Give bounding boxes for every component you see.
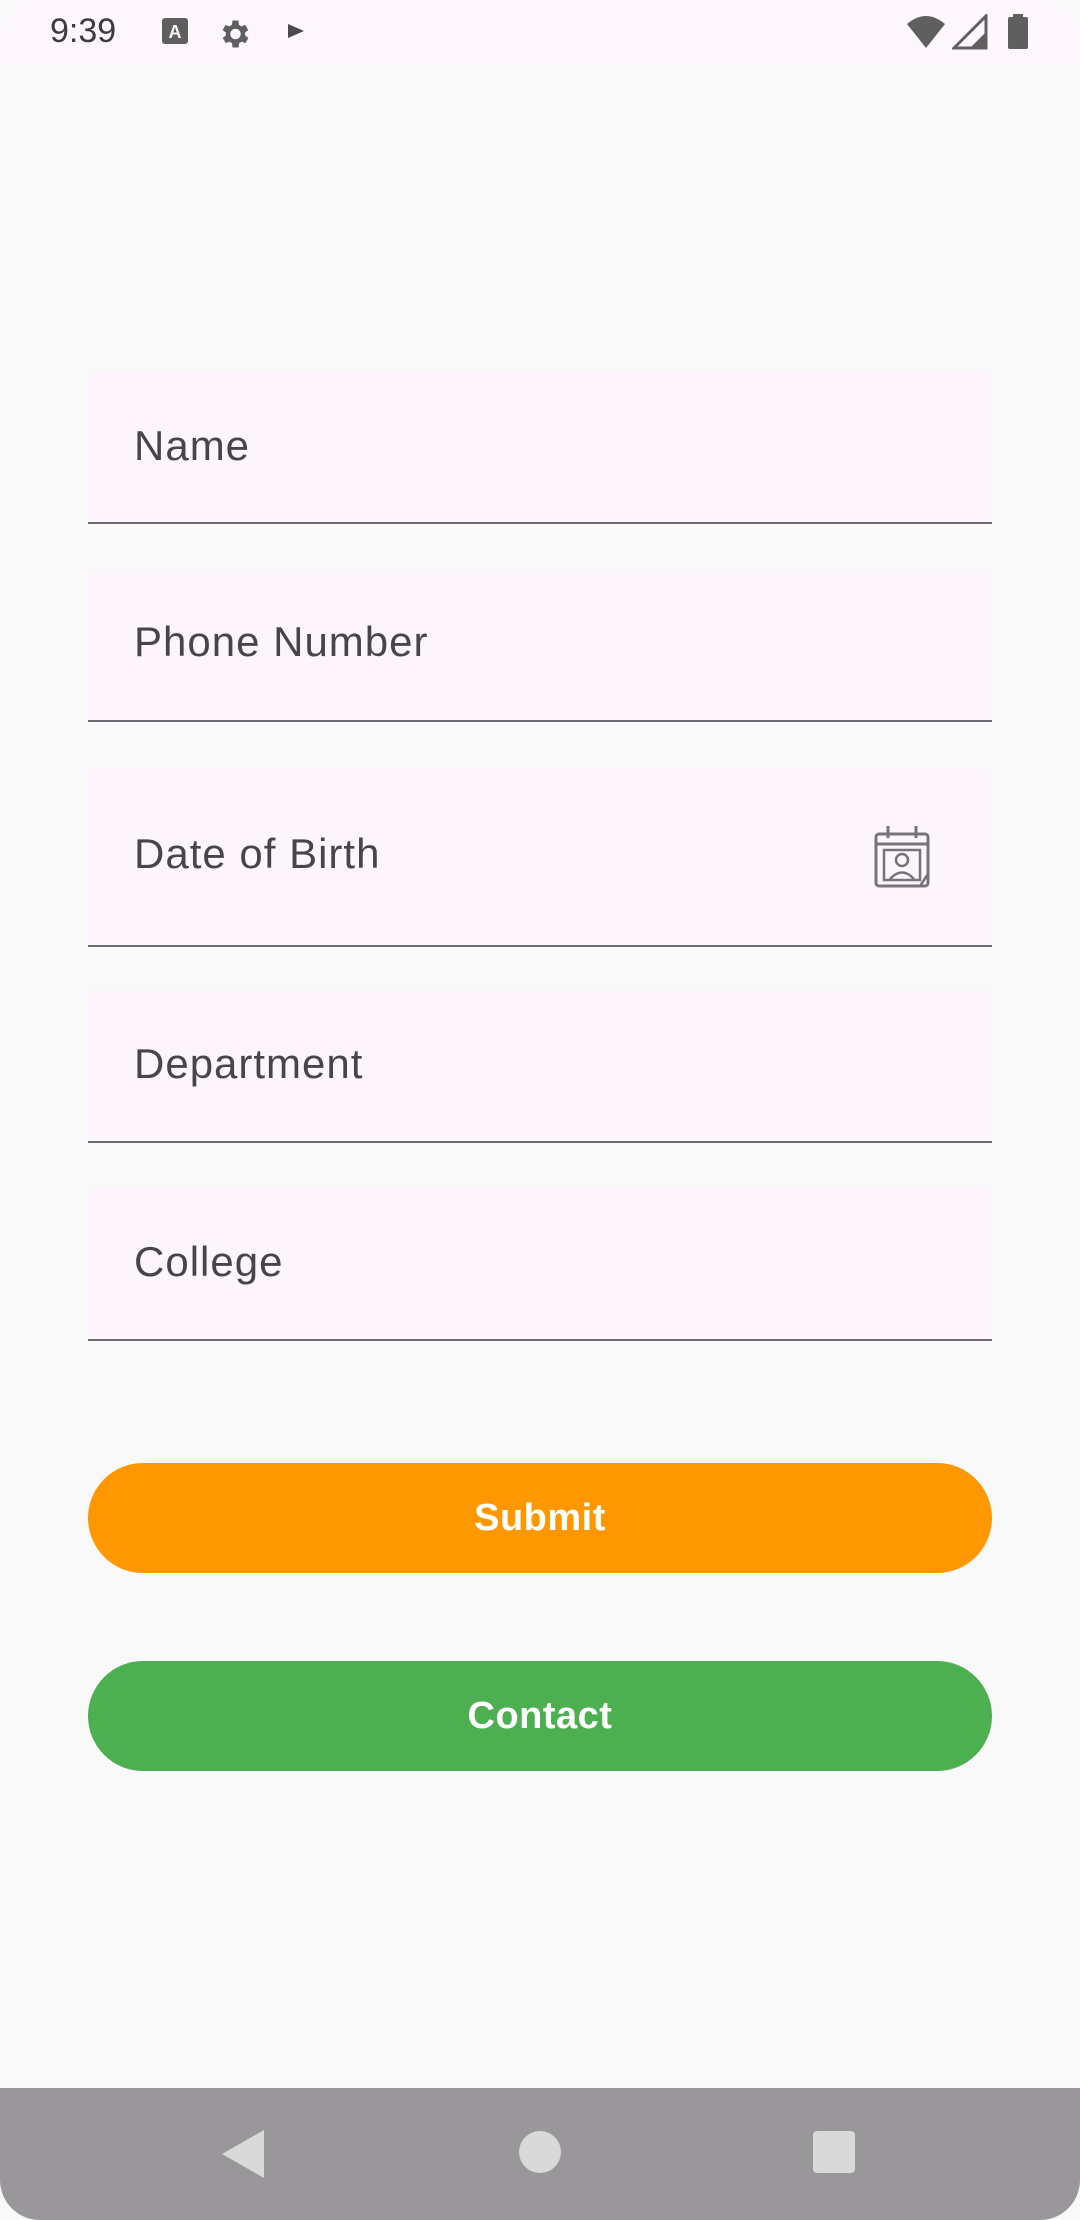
navigation-bar: [0, 2088, 1080, 2220]
back-icon[interactable]: [222, 2130, 264, 2178]
date-of-birth-field[interactable]: Date of Birth: [88, 768, 992, 947]
status-bar: 9:39 A: [0, 0, 1080, 66]
calendar-icon[interactable]: [872, 824, 936, 892]
name-field[interactable]: Name: [88, 372, 992, 524]
department-field-label: Department: [134, 1040, 364, 1087]
submit-button[interactable]: Submit: [88, 1463, 992, 1573]
cell-signal-icon: [950, 12, 988, 50]
text-a-icon: A: [160, 16, 194, 50]
app-screen: 9:39 A Name Phone Number Date of Birth D…: [0, 0, 1080, 2220]
battery-icon: [1006, 14, 1040, 49]
phone-number-field[interactable]: Phone Number: [88, 570, 992, 722]
submit-button-label: Submit: [474, 1496, 606, 1539]
wifi-icon: [906, 14, 945, 48]
svg-text:A: A: [169, 22, 182, 42]
contact-button[interactable]: Contact: [88, 1661, 992, 1771]
recents-icon[interactable]: [813, 2131, 855, 2173]
phone-number-field-label: Phone Number: [134, 618, 429, 665]
department-field[interactable]: Department: [88, 990, 992, 1143]
status-time: 9:39: [50, 12, 117, 50]
gear-icon: [216, 16, 250, 50]
home-icon[interactable]: [519, 2131, 561, 2173]
contact-button-label: Contact: [467, 1694, 613, 1737]
college-field-label: College: [134, 1238, 284, 1285]
college-field[interactable]: College: [88, 1188, 992, 1341]
play-icon: [282, 16, 316, 50]
name-field-label: Name: [134, 422, 251, 469]
date-of-birth-field-label: Date of Birth: [134, 830, 381, 877]
